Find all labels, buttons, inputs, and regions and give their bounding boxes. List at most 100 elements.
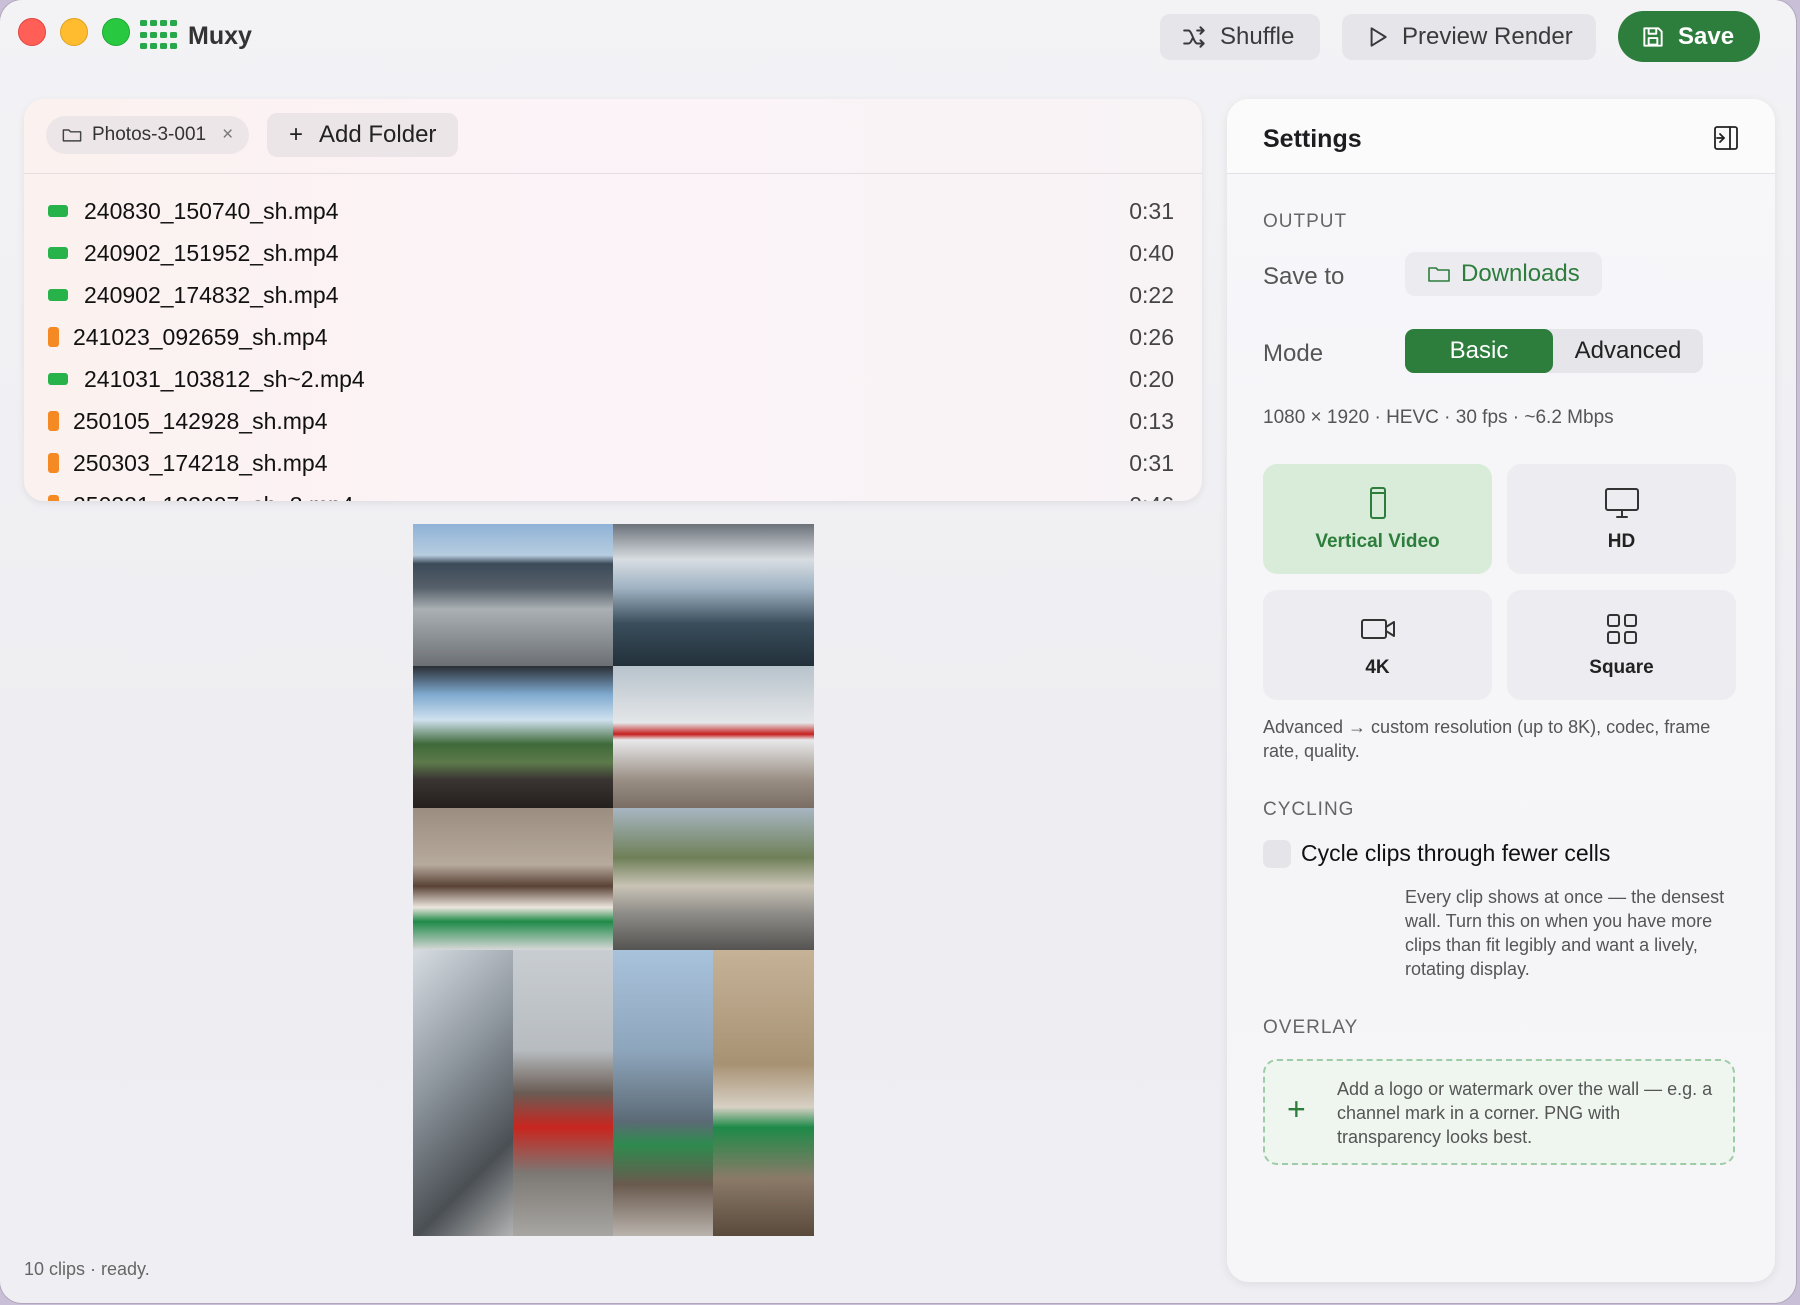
file-list: 240830_150740_sh.mp4 0:31 240902_151952_s… xyxy=(24,174,1202,501)
app-title: Muxy xyxy=(188,22,252,50)
save-button[interactable]: Save xyxy=(1618,11,1760,62)
shuffle-button[interactable]: Shuffle xyxy=(1160,14,1320,60)
clip-tile xyxy=(413,950,513,1236)
file-duration: 0:20 xyxy=(1129,365,1174,392)
settings-header: Settings xyxy=(1227,99,1775,174)
mode-label: Mode xyxy=(1263,340,1324,367)
preset-vertical-video[interactable]: Vertical Video xyxy=(1263,464,1492,574)
clip-tile xyxy=(613,808,814,950)
preset-label: Square xyxy=(1589,657,1654,678)
close-window-button[interactable] xyxy=(18,18,46,46)
status-indicator xyxy=(48,289,68,301)
monitor-icon xyxy=(1604,488,1639,518)
status-indicator xyxy=(48,205,68,217)
plus-icon: + xyxy=(1287,1091,1306,1127)
file-name: 250321_133207_sh~3.mp4 xyxy=(73,492,354,502)
file-duration: 0:46 xyxy=(1129,492,1174,502)
file-row[interactable]: 240830_150740_sh.mp4 0:31 xyxy=(24,190,1202,232)
file-row[interactable]: 250303_174218_sh.mp4 0:31 xyxy=(24,442,1202,484)
file-row[interactable]: 240902_174832_sh.mp4 0:22 xyxy=(24,274,1202,316)
folder-icon xyxy=(62,129,82,142)
file-duration: 0:13 xyxy=(1129,407,1174,434)
clip-tile xyxy=(613,524,814,666)
files-header: Photos-3-001 × + Add Folder xyxy=(24,99,1202,174)
overlay-drop-zone[interactable]: + Add a logo or watermark over the wall … xyxy=(1263,1059,1735,1165)
plus-icon: + xyxy=(289,121,304,148)
shuffle-icon xyxy=(1183,26,1205,48)
cycle-clips-checkbox[interactable] xyxy=(1263,840,1291,868)
status-text: 10 clips · ready. xyxy=(24,1259,150,1279)
preview-render-button[interactable]: Preview Render xyxy=(1342,14,1596,60)
file-row[interactable]: 250321_133207_sh~3.mp4 0:46 xyxy=(24,484,1202,501)
video-wall-preview xyxy=(413,524,814,1236)
preset-4k[interactable]: 4K xyxy=(1263,590,1492,700)
shuffle-label: Shuffle xyxy=(1220,23,1295,50)
add-folder-button[interactable]: + Add Folder xyxy=(267,113,459,157)
grid-icon xyxy=(1606,614,1637,644)
clip-tile xyxy=(413,808,613,950)
save-label: Save xyxy=(1678,22,1735,50)
video-camera-icon xyxy=(1360,619,1395,639)
output-section-label: OUTPUT xyxy=(1263,211,1348,232)
mode-basic-tab[interactable]: Basic xyxy=(1405,329,1553,373)
cycle-clips-label[interactable]: Cycle clips through fewer cells xyxy=(1301,840,1610,867)
collapse-sidebar-icon[interactable] xyxy=(1713,125,1739,151)
settings-panel: Settings OUTPUT Save to Downloads Mode B… xyxy=(1227,99,1775,1282)
file-name: 240902_151952_sh.mp4 xyxy=(84,239,339,266)
preset-square[interactable]: Square xyxy=(1507,590,1736,700)
clip-tile xyxy=(413,666,613,808)
file-name: 241031_103812_sh~2.mp4 xyxy=(84,365,365,392)
file-name: 250105_142928_sh.mp4 xyxy=(73,407,328,434)
app-window: Muxy Shuffle Preview Render Save Photos-… xyxy=(0,0,1796,1303)
file-row[interactable]: 241031_103812_sh~2.mp4 0:20 xyxy=(24,358,1202,400)
file-duration: 0:26 xyxy=(1129,323,1174,350)
preset-label: HD xyxy=(1607,531,1636,552)
titlebar: Muxy Shuffle Preview Render Save xyxy=(0,0,1796,78)
zoom-window-button[interactable] xyxy=(102,18,130,46)
preset-label: 4K xyxy=(1365,657,1390,678)
file-duration: 0:40 xyxy=(1129,239,1174,266)
file-name: 241023_092659_sh.mp4 xyxy=(73,323,328,350)
clip-tile xyxy=(413,524,613,666)
remove-folder-icon[interactable]: × xyxy=(222,124,233,146)
preset-hd[interactable]: HD xyxy=(1507,464,1736,574)
status-indicator xyxy=(48,327,59,347)
play-icon xyxy=(1370,27,1387,47)
overlay-hint: Add a logo or watermark over the wall — … xyxy=(1337,1079,1713,1147)
clip-tile xyxy=(513,950,613,1236)
settings-title: Settings xyxy=(1263,125,1362,153)
status-indicator xyxy=(48,411,59,431)
clip-list-panel: Photos-3-001 × + Add Folder 240830_15074… xyxy=(24,99,1202,501)
file-row[interactable]: 240902_151952_sh.mp4 0:40 xyxy=(24,232,1202,274)
output-spec: 1080 × 1920 · HEVC · 30 fps · ~6.2 Mbps xyxy=(1263,407,1614,428)
file-row[interactable]: 250105_142928_sh.mp4 0:13 xyxy=(24,400,1202,442)
preset-label: Vertical Video xyxy=(1315,531,1440,552)
clip-tile xyxy=(613,666,814,808)
overlay-section-label: OVERLAY xyxy=(1263,1017,1359,1038)
status-indicator xyxy=(48,453,59,473)
minimize-window-button[interactable] xyxy=(60,18,88,46)
file-duration: 0:31 xyxy=(1129,197,1174,224)
phone-icon xyxy=(1369,487,1386,519)
folder-chip[interactable]: Photos-3-001 × xyxy=(46,116,250,154)
cycling-section-label: CYCLING xyxy=(1263,799,1355,820)
mode-segmented-control: Basic Advanced xyxy=(1405,329,1703,373)
app-grid-icon xyxy=(140,20,177,52)
file-duration: 0:31 xyxy=(1129,449,1174,476)
floppy-disk-icon xyxy=(1643,26,1663,47)
status-indicator xyxy=(48,495,59,501)
clip-tile xyxy=(713,950,814,1236)
folder-icon xyxy=(1428,267,1450,282)
file-name: 250303_174218_sh.mp4 xyxy=(73,449,328,476)
save-location-button[interactable]: Downloads xyxy=(1405,252,1602,296)
save-location-label: Downloads xyxy=(1461,260,1580,287)
file-duration: 0:22 xyxy=(1129,281,1174,308)
cycle-clips-description: Every clip shows at once — the densest w… xyxy=(1405,887,1725,979)
advanced-note: Advanced → custom resolution (up to 8K),… xyxy=(1263,717,1711,761)
mode-advanced-tab[interactable]: Advanced xyxy=(1553,329,1703,373)
save-to-label: Save to xyxy=(1263,263,1345,290)
file-row[interactable]: 241023_092659_sh.mp4 0:26 xyxy=(24,316,1202,358)
preview-render-label: Preview Render xyxy=(1402,23,1573,50)
status-indicator xyxy=(48,373,68,385)
add-folder-label: Add Folder xyxy=(319,121,437,148)
